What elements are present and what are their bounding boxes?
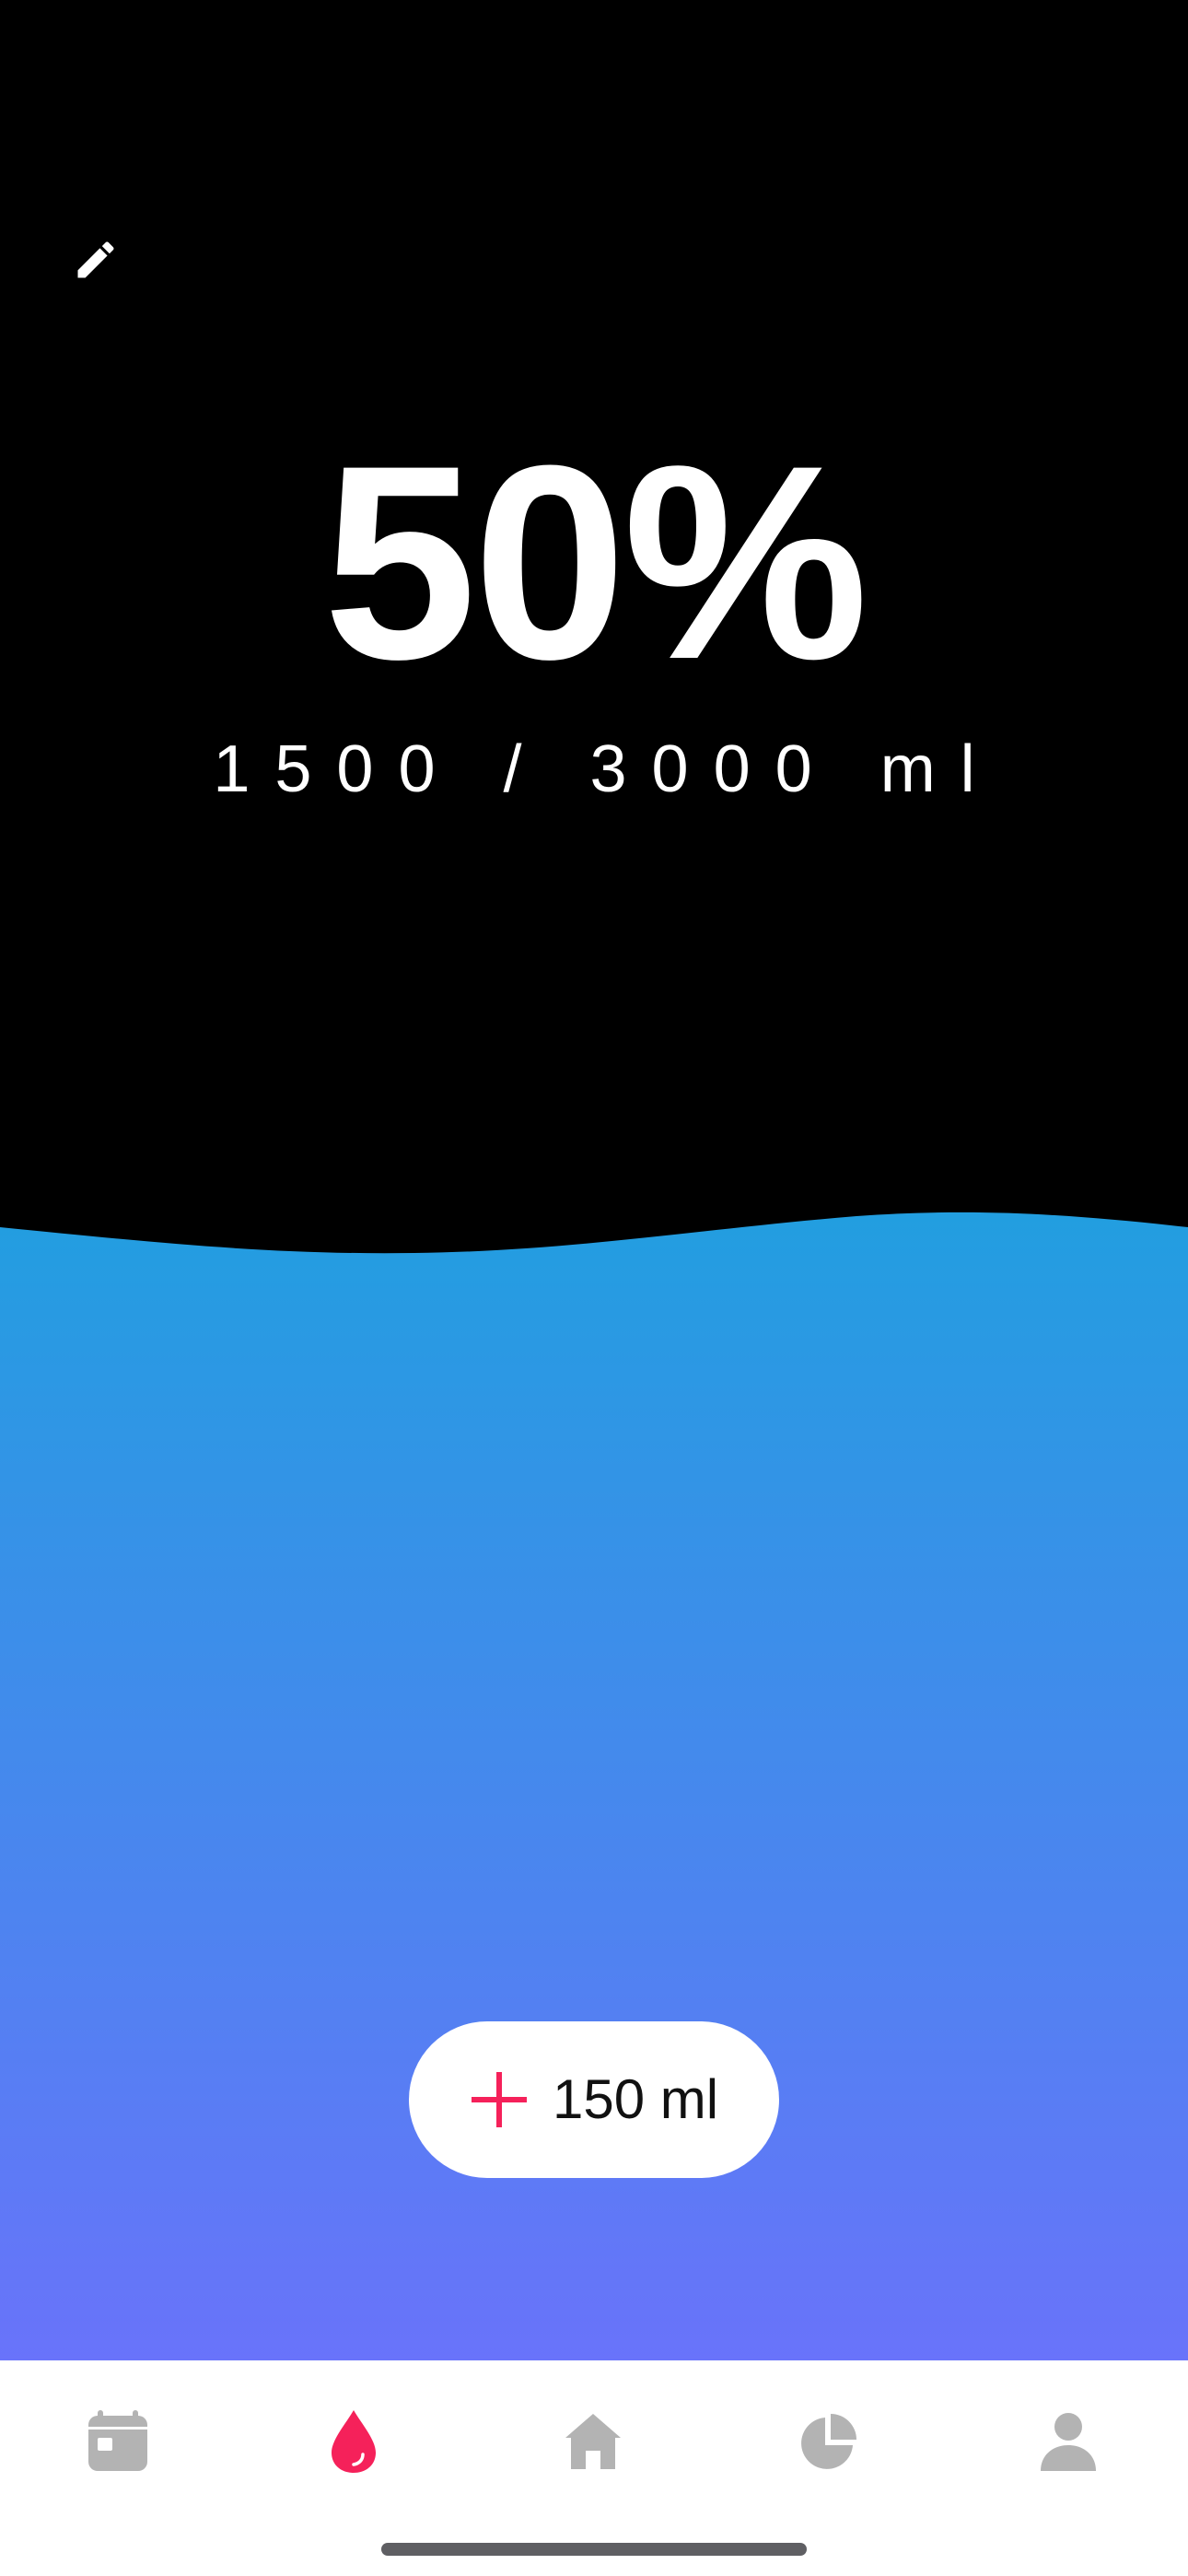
add-water-label: 150 ml bbox=[552, 2068, 719, 2130]
plus-icon bbox=[470, 2070, 529, 2129]
tab-calendar[interactable] bbox=[74, 2397, 162, 2486]
calendar-icon bbox=[88, 2410, 147, 2471]
water-drop-icon bbox=[332, 2410, 376, 2473]
home-icon bbox=[565, 2414, 621, 2469]
pie-chart-icon bbox=[801, 2414, 856, 2469]
progress-amount: 1500 / 3000 ml bbox=[213, 732, 1000, 806]
person-icon bbox=[1041, 2413, 1096, 2471]
tab-water[interactable] bbox=[309, 2397, 398, 2486]
app-screen: 50% 1500 / 3000 ml 150 ml bbox=[0, 0, 1188, 2576]
tab-profile[interactable] bbox=[1024, 2397, 1112, 2486]
tab-home[interactable] bbox=[549, 2397, 637, 2486]
tab-stats[interactable] bbox=[785, 2397, 873, 2486]
pencil-icon bbox=[77, 241, 114, 278]
home-indicator[interactable] bbox=[381, 2543, 807, 2556]
progress-percent: 50% bbox=[322, 407, 868, 717]
add-water-button[interactable]: 150 ml bbox=[409, 2021, 779, 2178]
water-level-fill bbox=[0, 1212, 1188, 2360]
edit-goal-button[interactable] bbox=[66, 230, 125, 289]
